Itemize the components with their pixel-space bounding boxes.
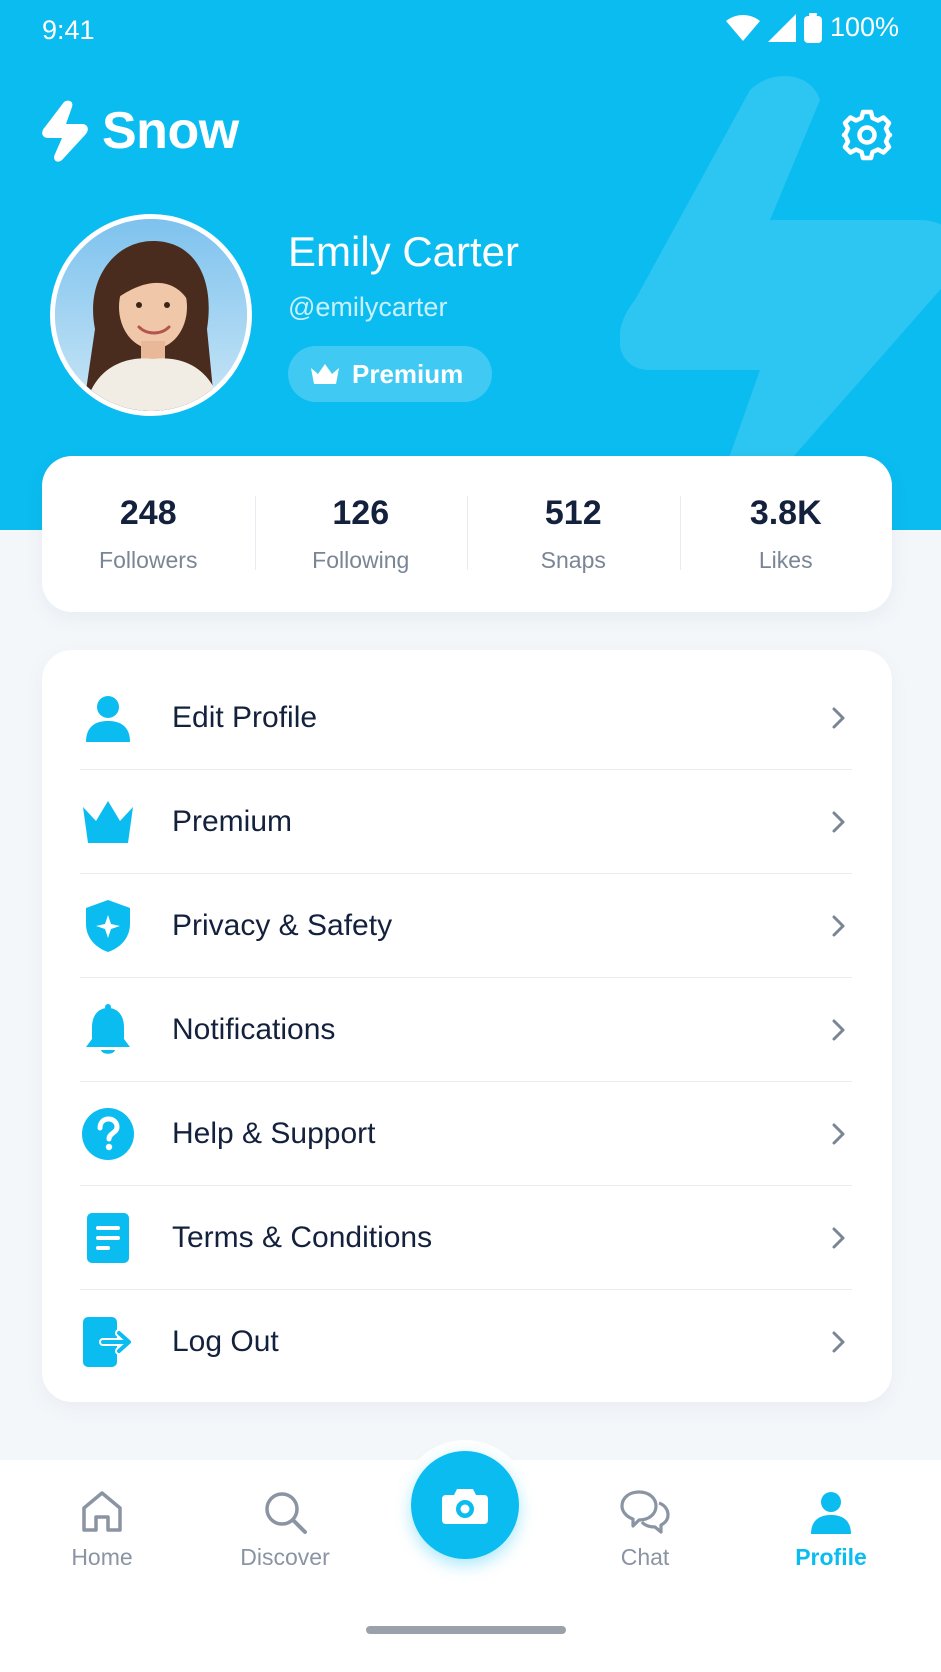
document-icon	[87, 1213, 129, 1263]
bolt-logo-icon	[42, 100, 88, 162]
shield-icon	[86, 900, 130, 952]
camera-icon	[442, 1489, 488, 1524]
person-icon	[811, 1492, 851, 1534]
home-icon	[82, 1491, 122, 1532]
chevron-right-icon	[832, 1331, 845, 1353]
nav-label: Discover	[240, 1544, 330, 1570]
help-icon	[82, 1108, 134, 1160]
bell-icon	[86, 1004, 130, 1054]
menu-item-label: Terms & Conditions	[172, 1221, 433, 1254]
camera-button[interactable]	[411, 1451, 519, 1559]
crown-icon	[83, 801, 133, 843]
settings-menu: Edit Profile Premium Privacy & Safety No…	[42, 650, 892, 1402]
menu-item-terms-conditions[interactable]: Terms & Conditions	[80, 1186, 852, 1290]
settings-gear-icon[interactable]	[840, 108, 894, 162]
brand-name: Snow	[102, 102, 239, 160]
nav-label: Profile	[795, 1544, 867, 1570]
menu-item-label: Premium	[172, 805, 293, 838]
chevron-right-icon	[832, 1123, 845, 1145]
menu-item-premium[interactable]: Premium	[80, 770, 852, 874]
chevron-right-icon	[832, 707, 845, 729]
premium-badge[interactable]: Premium	[288, 346, 492, 402]
home-indicator[interactable]	[366, 1626, 566, 1634]
nav-label: Home	[71, 1544, 133, 1570]
crown-icon	[311, 364, 339, 384]
battery-icon	[803, 12, 822, 43]
chat-icon	[620, 1490, 670, 1534]
menu-item-label: Notifications	[172, 1013, 336, 1046]
menu-item-label: Edit Profile	[172, 701, 318, 734]
stat-value: 3.8K	[749, 494, 822, 532]
person-icon	[86, 696, 130, 742]
chevron-right-icon	[832, 1019, 845, 1041]
search-icon	[265, 1492, 307, 1534]
profile-header: 9:41 100% Snow Emily Carter @emilycarter…	[0, 0, 941, 530]
status-time: 9:41	[42, 15, 95, 45]
status-bar: 9:41 100%	[0, 0, 941, 64]
stat-label: Following	[312, 547, 410, 573]
menu-item-notifications[interactable]: Notifications	[80, 978, 852, 1082]
signal-icon	[767, 13, 796, 42]
menu-item-help-support[interactable]: Help & Support	[80, 1082, 852, 1186]
menu-item-label: Log Out	[172, 1325, 279, 1358]
nav-chat[interactable]: Chat	[585, 1488, 705, 1571]
nav-home[interactable]: Home	[42, 1488, 162, 1571]
stat-label: Likes	[758, 547, 813, 573]
menu-item-log-out[interactable]: Log Out	[80, 1290, 852, 1394]
chevron-right-icon	[832, 1227, 845, 1249]
chevron-right-icon	[832, 811, 845, 833]
nav-profile[interactable]: Profile	[771, 1488, 891, 1571]
avatar[interactable]	[50, 214, 252, 416]
brand-logo: Snow	[42, 100, 239, 162]
nav-label: Chat	[620, 1544, 670, 1570]
logout-icon	[83, 1317, 133, 1367]
profile-name: Emily Carter	[288, 228, 520, 275]
avatar-photo	[55, 219, 247, 411]
stat-value: 248	[119, 494, 177, 532]
nav-discover[interactable]: Discover	[225, 1488, 345, 1571]
stat-snaps[interactable]: 512 Snaps	[467, 494, 680, 574]
stats-card: 248 Followers 126 Following 512 Snaps 3.…	[42, 456, 892, 612]
menu-item-label: Privacy & Safety	[172, 909, 393, 942]
stat-following[interactable]: 126 Following	[254, 494, 468, 574]
menu-item-label: Help & Support	[172, 1117, 376, 1150]
menu-item-privacy-safety[interactable]: Privacy & Safety	[80, 874, 852, 978]
stat-value: 126	[332, 494, 390, 532]
battery-level: 100%	[829, 12, 899, 42]
stat-likes[interactable]: 3.8K Likes	[679, 494, 893, 574]
menu-item-edit-profile[interactable]: Edit Profile	[80, 666, 852, 770]
premium-badge-label: Premium	[352, 358, 464, 389]
wifi-icon	[725, 14, 760, 41]
stat-label: Snaps	[540, 547, 606, 573]
stat-label: Followers	[99, 547, 198, 573]
stat-value: 512	[544, 494, 602, 532]
chevron-right-icon	[832, 915, 845, 937]
stat-followers[interactable]: 248 Followers	[42, 494, 255, 574]
profile-handle: @emilycarter	[288, 292, 448, 322]
